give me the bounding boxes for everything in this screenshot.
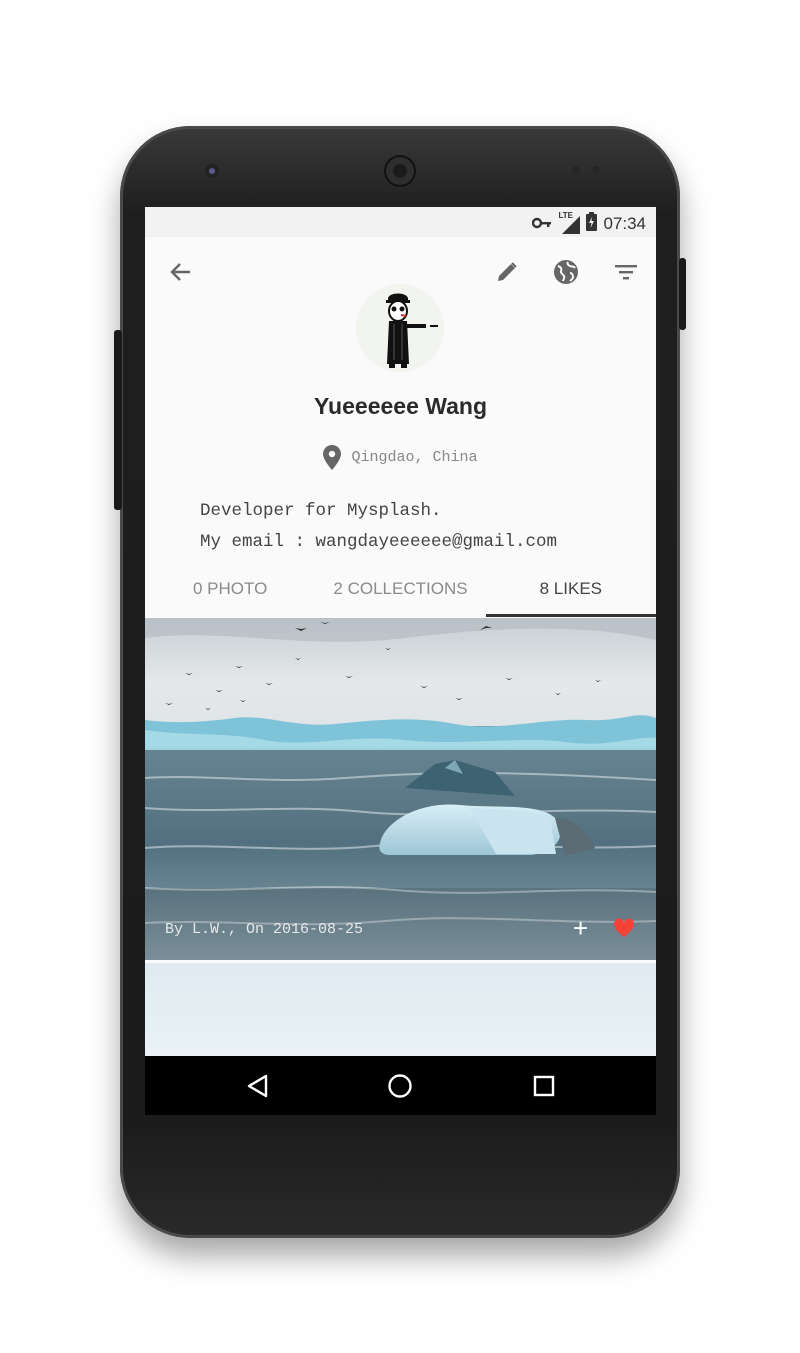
bio-line: Developer for Mysplash. [200,501,442,521]
username: Yueeeeee Wang [313,393,487,419]
nav-back-icon [247,1074,268,1098]
photo-image [145,618,656,960]
location: Qingdao, China [145,445,656,470]
network-label: LTE [558,211,573,220]
vpn-key-icon [532,214,552,234]
tab-likes[interactable]: 8 LIKES [486,565,656,617]
edit-button[interactable] [492,257,522,287]
filter-icon [615,265,637,280]
photo-card[interactable]: By L.W., On 2016-08-25 + [145,618,656,960]
signal-icon: LTE [558,211,581,234]
arrow-back-icon [170,263,190,281]
tab-bar: 0 PHOTO 2 COLLECTIONS 8 LIKES [145,565,656,617]
nav-back-button[interactable] [242,1071,272,1101]
bio: Developer for Mysplash. My email : wangd… [200,496,557,558]
front-camera [205,164,219,178]
clock: 07:34 [603,214,646,233]
status-bar: LTE 07:34 [145,207,656,237]
bio-line: My email : wangdayeeeeee@gmail.com [200,532,558,552]
volume-button [114,330,122,510]
like-button[interactable] [613,918,635,943]
sensor [592,166,600,174]
power-button [679,258,686,330]
filter-button[interactable] [611,257,641,287]
add-to-collection-button[interactable]: + [573,915,588,941]
avatar[interactable] [356,284,444,372]
navigation-bar [145,1056,656,1115]
tab-indicator [486,614,656,617]
battery-icon [586,212,598,236]
heart-icon [613,918,635,937]
nav-recents-button[interactable] [529,1071,559,1101]
nav-recents-icon [533,1075,555,1097]
earpiece-speaker [384,155,416,187]
sensor [572,166,580,174]
nav-home-button[interactable] [385,1071,415,1101]
tab-photos[interactable]: 0 PHOTO [145,565,315,617]
photo-card[interactable] [145,963,656,1059]
screen: LTE 07:34 Yueeeeee Wang Qingdao, China D… [145,207,656,1115]
website-button[interactable] [551,257,581,287]
globe-icon [554,260,578,284]
pencil-icon [498,262,517,281]
location-text: Qingdao, China [351,449,478,466]
photo-caption: By L.W., On 2016-08-25 [165,921,364,938]
plus-icon: + [573,913,589,943]
tab-collections[interactable]: 2 COLLECTIONS [315,565,485,617]
location-pin-icon [323,445,342,470]
nav-home-icon [388,1074,412,1098]
back-button[interactable] [165,257,195,287]
